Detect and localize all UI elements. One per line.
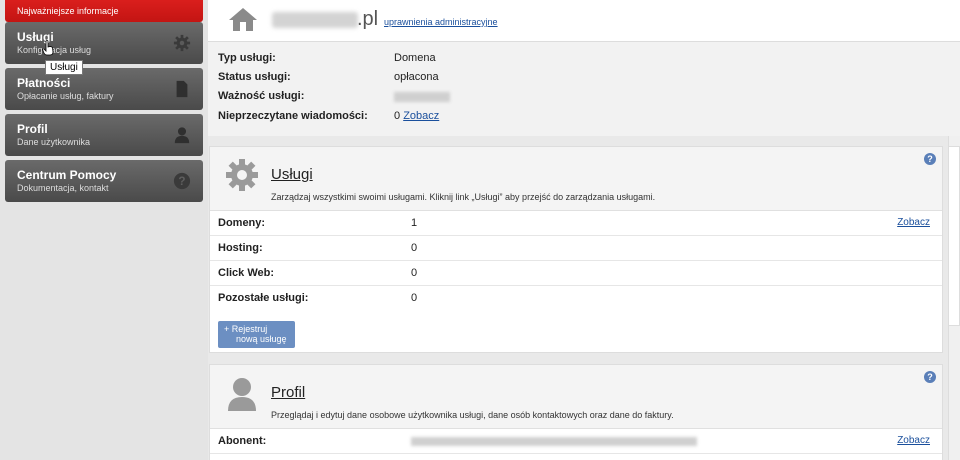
info-label: Typ usługi: — [218, 52, 276, 64]
profile-title-link[interactable]: Profil — [271, 384, 305, 401]
services-title-link[interactable]: Usługi — [271, 166, 313, 183]
row-value: 1 — [411, 217, 418, 229]
expiry-redacted — [394, 92, 450, 102]
sidebar-item-services[interactable]: Usługi Konfiguracja usług — [5, 22, 203, 64]
document-icon — [176, 80, 188, 98]
profile-panel: Profil Przeglądaj i edytuj dane osobowe … — [209, 364, 943, 460]
row-label: Pozostałe usługi: — [218, 292, 309, 304]
sidebar-item-title: Centrum Pomocy — [17, 168, 117, 182]
sidebar-item-subtitle: Najważniejsze informacje — [17, 6, 119, 16]
sidebar-item-title: Płatności — [17, 76, 71, 90]
right-card — [948, 146, 960, 326]
domain-tld: .pl — [357, 8, 379, 30]
panel-header: Usługi Zarządzaj wszystkimi swoimi usług… — [210, 147, 942, 211]
user-icon — [228, 378, 256, 411]
button-label-line1: + Rejestruj — [224, 324, 268, 334]
register-service-button[interactable]: + Rejestruj nową usługę — [218, 321, 295, 348]
domains-view-link[interactable]: Zobacz — [897, 217, 930, 228]
info-value: Domena — [394, 52, 436, 64]
messages-view-link[interactable]: Zobacz — [403, 110, 439, 122]
table-row: Pozostałe usługi: 0 — [210, 286, 942, 311]
user-icon — [174, 127, 190, 144]
gear-icon — [173, 34, 191, 52]
row-value: 0 — [411, 267, 418, 279]
hand-cursor-icon — [42, 40, 54, 56]
info-label: Status usługi: — [218, 71, 291, 83]
row-value: 0 — [411, 242, 418, 254]
service-info: Typ usługi: Domena Status usługi: opłaco… — [208, 42, 960, 136]
help-icon[interactable]: ? — [924, 153, 936, 165]
row-label: Abonent: — [218, 435, 267, 447]
info-value: 0 Zobacz — [394, 110, 439, 122]
unread-count: 0 — [394, 110, 401, 122]
header: .pl uprawnienia administracyjne — [208, 0, 960, 42]
row-label: Click Web: — [218, 267, 275, 279]
sidebar-item-payments[interactable]: Płatności Opłacanie usług, faktury — [5, 68, 203, 110]
svg-text:?: ? — [178, 175, 185, 188]
question-circle-icon: ? — [173, 172, 191, 190]
panel-description: Zarządzaj wszystkimi swoimi usługami. Kl… — [271, 192, 656, 202]
home-icon — [229, 8, 257, 31]
panel-header: Profil Przeglądaj i edytuj dane osobowe … — [210, 365, 942, 429]
info-label: Ważność usługi: — [218, 90, 305, 102]
table-row: Domeny: 1 Zobacz — [210, 211, 942, 236]
sidebar-item-subtitle: Dokumentacja, kontakt — [17, 183, 109, 193]
panel-description: Przeglądaj i edytuj dane osobowe użytkow… — [271, 410, 674, 420]
sidebar-item-title: Profil — [17, 122, 48, 136]
sidebar-item-home[interactable]: Najważniejsze informacje — [5, 0, 203, 22]
subscriber-redacted — [411, 437, 697, 446]
row-label: Hosting: — [218, 242, 263, 254]
info-label: Nieprzeczytane wiadomości: — [218, 110, 368, 122]
domain-name-redacted — [272, 12, 358, 28]
row-label: Domeny: — [218, 217, 266, 229]
info-value: opłacona — [394, 71, 439, 83]
tooltip: Usługi — [45, 60, 83, 75]
sidebar-item-subtitle: Opłacanie usług, faktury — [17, 91, 114, 101]
subscriber-view-link[interactable]: Zobacz — [897, 435, 930, 446]
sidebar-item-help-center[interactable]: Centrum Pomocy Dokumentacja, kontakt ? — [5, 160, 203, 202]
row-value: 0 — [411, 292, 418, 304]
admin-permissions-link[interactable]: uprawnienia administracyjne — [384, 17, 498, 27]
gear-icon — [226, 159, 258, 191]
help-icon[interactable]: ? — [924, 371, 936, 383]
table-row: Abonent: Zobacz — [210, 429, 942, 454]
table-row: Click Web: 0 — [210, 261, 942, 286]
sidebar: Najważniejsze informacje Usługi Konfigur… — [0, 0, 208, 460]
sidebar-item-profile[interactable]: Profil Dane użytkownika — [5, 114, 203, 156]
table-row: Hosting: 0 — [210, 236, 942, 261]
services-panel: Usługi Zarządzaj wszystkimi swoimi usług… — [209, 146, 943, 353]
button-label-line2: nową usługę — [236, 334, 287, 344]
sidebar-item-subtitle: Dane użytkownika — [17, 137, 91, 147]
